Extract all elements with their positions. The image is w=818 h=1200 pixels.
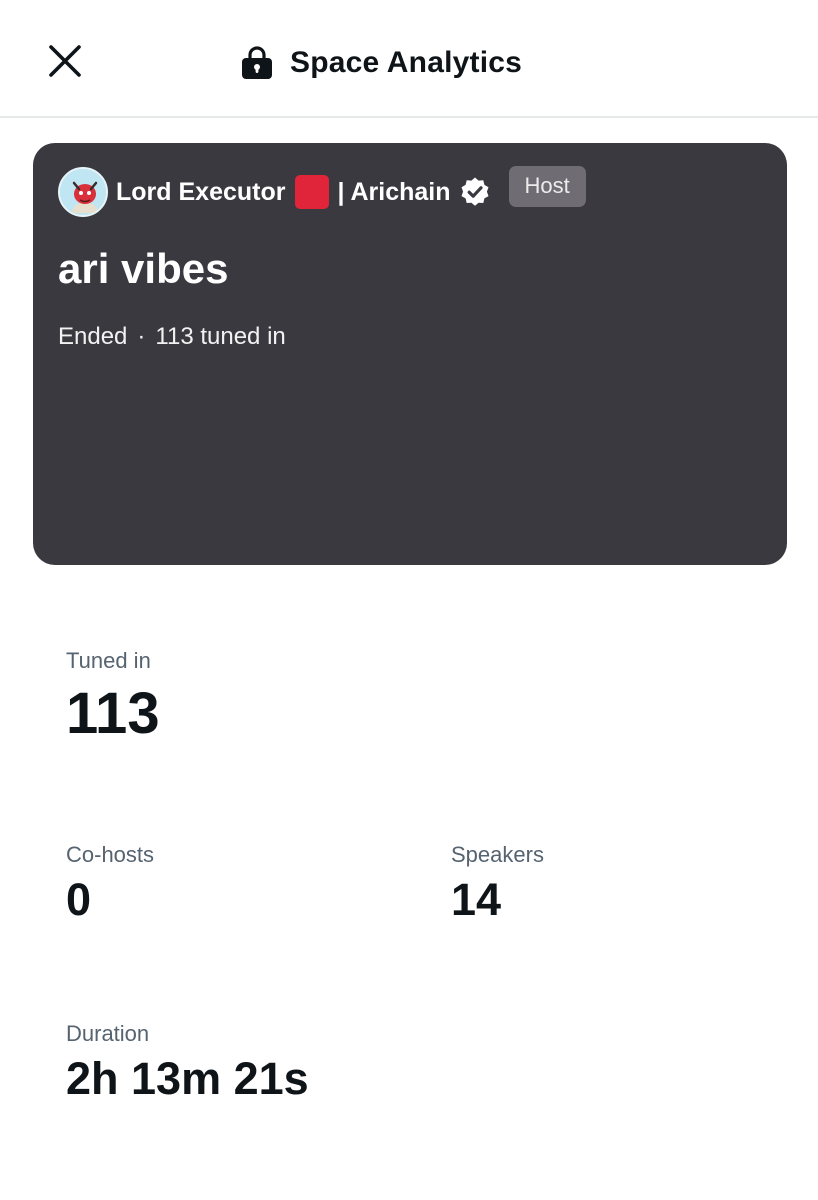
stat-tuned-in: Tuned in 113	[66, 648, 160, 747]
stat-value: 14	[451, 874, 502, 925]
status-separator: ·	[137, 323, 146, 350]
title-group: Space Analytics	[240, 40, 522, 86]
verified-badge-icon	[461, 177, 489, 206]
stat-label: Co-hosts	[66, 842, 155, 867]
status-text: Ended	[58, 323, 128, 350]
avatar[interactable]	[58, 167, 108, 217]
stat-duration: Duration 2h 13m 21s	[66, 1021, 309, 1105]
stat-label: Speakers	[451, 842, 544, 867]
stat-value: 0	[66, 874, 92, 925]
red-square-emoji	[295, 175, 330, 209]
space-status: Ended · 113 tuned in	[58, 323, 286, 351]
tuned-in-text: 113 tuned in	[155, 323, 286, 350]
stat-label: Tuned in	[66, 648, 151, 673]
host-row: Lord Executor | Arichain Host	[58, 165, 586, 217]
space-card[interactable]: Lord Executor | Arichain Host ari vibes …	[33, 143, 787, 565]
host-name: Lord Executor	[116, 177, 286, 206]
stat-cohosts: Co-hosts 0	[66, 842, 154, 926]
host-name-suffix: | Arichain	[337, 177, 451, 206]
stat-label: Duration	[66, 1021, 150, 1046]
stat-value: 2h 13m 21s	[66, 1053, 309, 1104]
lock-icon	[240, 45, 274, 81]
top-bar: Space Analytics	[0, 0, 818, 118]
stat-value: 113	[66, 681, 160, 746]
page-title: Space Analytics	[290, 46, 522, 79]
close-button[interactable]	[40, 36, 90, 86]
host-badge: Host	[508, 165, 586, 207]
stat-speakers: Speakers 14	[451, 842, 544, 926]
space-title: ari vibes	[58, 245, 229, 292]
close-icon	[49, 45, 81, 77]
